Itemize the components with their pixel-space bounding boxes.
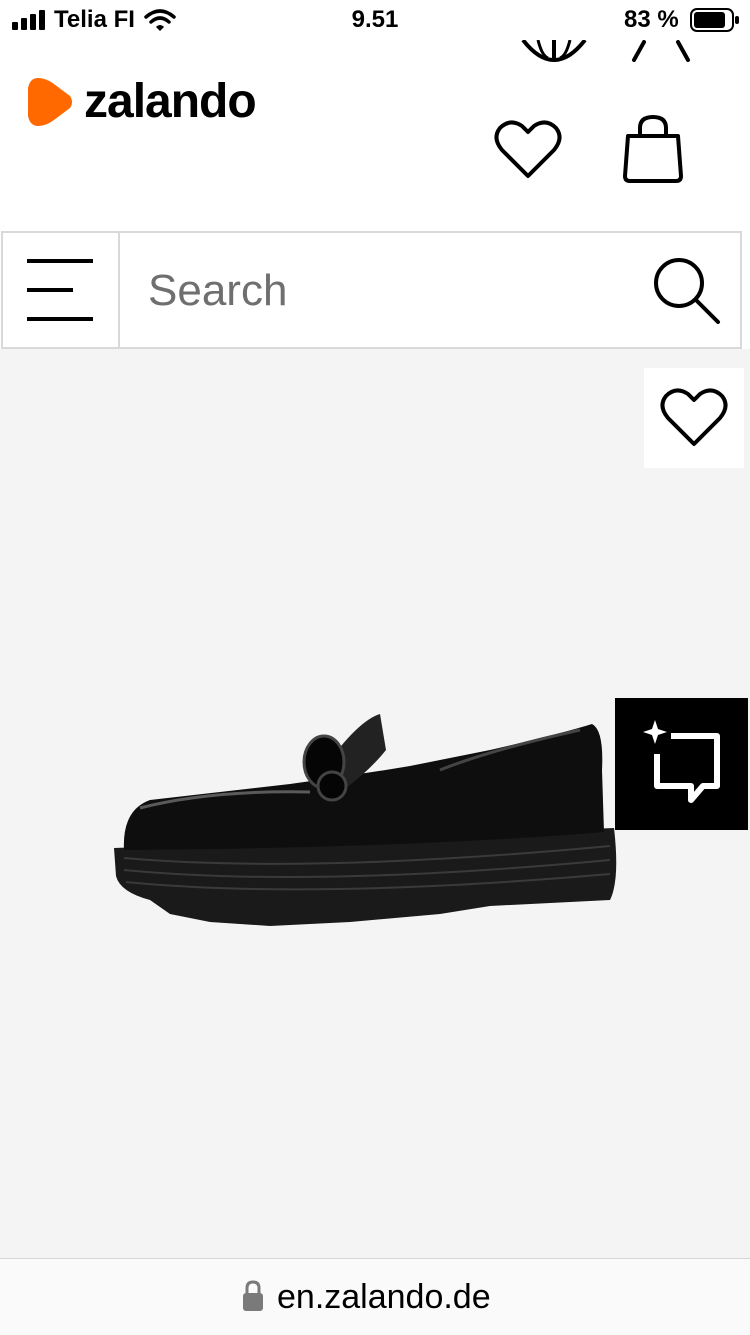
ai-assistant-icon[interactable] xyxy=(641,720,721,806)
battery-percentage: 83 % xyxy=(624,6,679,33)
globe-icon[interactable] xyxy=(520,40,588,62)
logo-mark xyxy=(28,78,72,126)
search-icon[interactable] xyxy=(652,256,722,326)
lock-icon xyxy=(243,1280,263,1311)
user-icon[interactable] xyxy=(630,40,692,62)
brand-name[interactable]: zalando xyxy=(84,74,257,129)
menu-icon[interactable] xyxy=(25,257,95,323)
wishlist-button[interactable] xyxy=(644,368,744,468)
product-image[interactable] xyxy=(110,710,622,930)
status-bar: Telia FI 9.51 83 % xyxy=(0,0,750,40)
battery-icon xyxy=(690,8,739,32)
bag-icon[interactable] xyxy=(622,114,684,184)
ai-assistant-button[interactable] xyxy=(615,698,748,830)
zalando-logo-icon[interactable] xyxy=(26,76,74,128)
url-address[interactable]: en.zalando.de xyxy=(277,1278,491,1317)
menu-button[interactable] xyxy=(1,231,120,349)
heart-icon[interactable] xyxy=(660,386,728,448)
search-input[interactable]: Search xyxy=(148,266,287,316)
heart-icon[interactable] xyxy=(494,118,562,180)
